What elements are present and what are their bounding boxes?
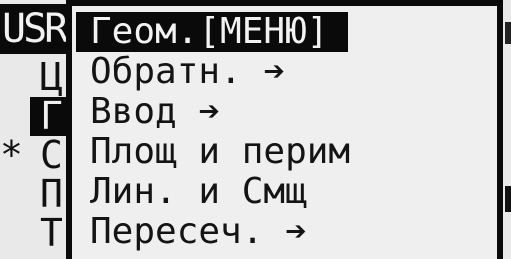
geometry-menu-popup: Геом.[МЕНЮ] Обратн. ➔ Ввод ➔ Площ и пери… <box>66 0 503 259</box>
background-row: П <box>0 175 66 214</box>
row-marker: * <box>0 133 23 177</box>
menu-item-input[interactable]: Ввод ➔ <box>76 92 406 132</box>
row-letter: П <box>40 172 63 216</box>
background-row: Ц <box>0 58 66 97</box>
row-letter: С <box>40 133 63 177</box>
menu-item-intersection[interactable]: Пересеч. ➔ <box>76 212 406 252</box>
menu-item-line-offset[interactable]: Лин. и Смщ <box>76 172 406 212</box>
right-edge-mark <box>505 186 511 212</box>
row-letter: Г <box>30 97 66 136</box>
row-letter: Ц <box>40 55 63 99</box>
menu-item-inverse[interactable]: Обратн. ➔ <box>76 52 406 92</box>
background-screen-list: Ц Г * С П Т <box>0 58 66 253</box>
menu-item-area-perimeter[interactable]: Площ и перим <box>76 132 406 172</box>
device-screen: USR Ц Г * С П Т Геом.[МЕНЮ] Обратн. ➔ Вв… <box>0 0 511 259</box>
background-row-selected: Г <box>0 97 66 136</box>
background-row: Т <box>0 214 66 253</box>
menu-item-geometry[interactable]: Геом.[МЕНЮ] <box>76 12 348 52</box>
background-screen-title: USR <box>0 4 66 54</box>
right-edge-mark <box>505 22 511 44</box>
row-letter: Т <box>40 211 63 255</box>
background-row: * С <box>0 136 66 175</box>
